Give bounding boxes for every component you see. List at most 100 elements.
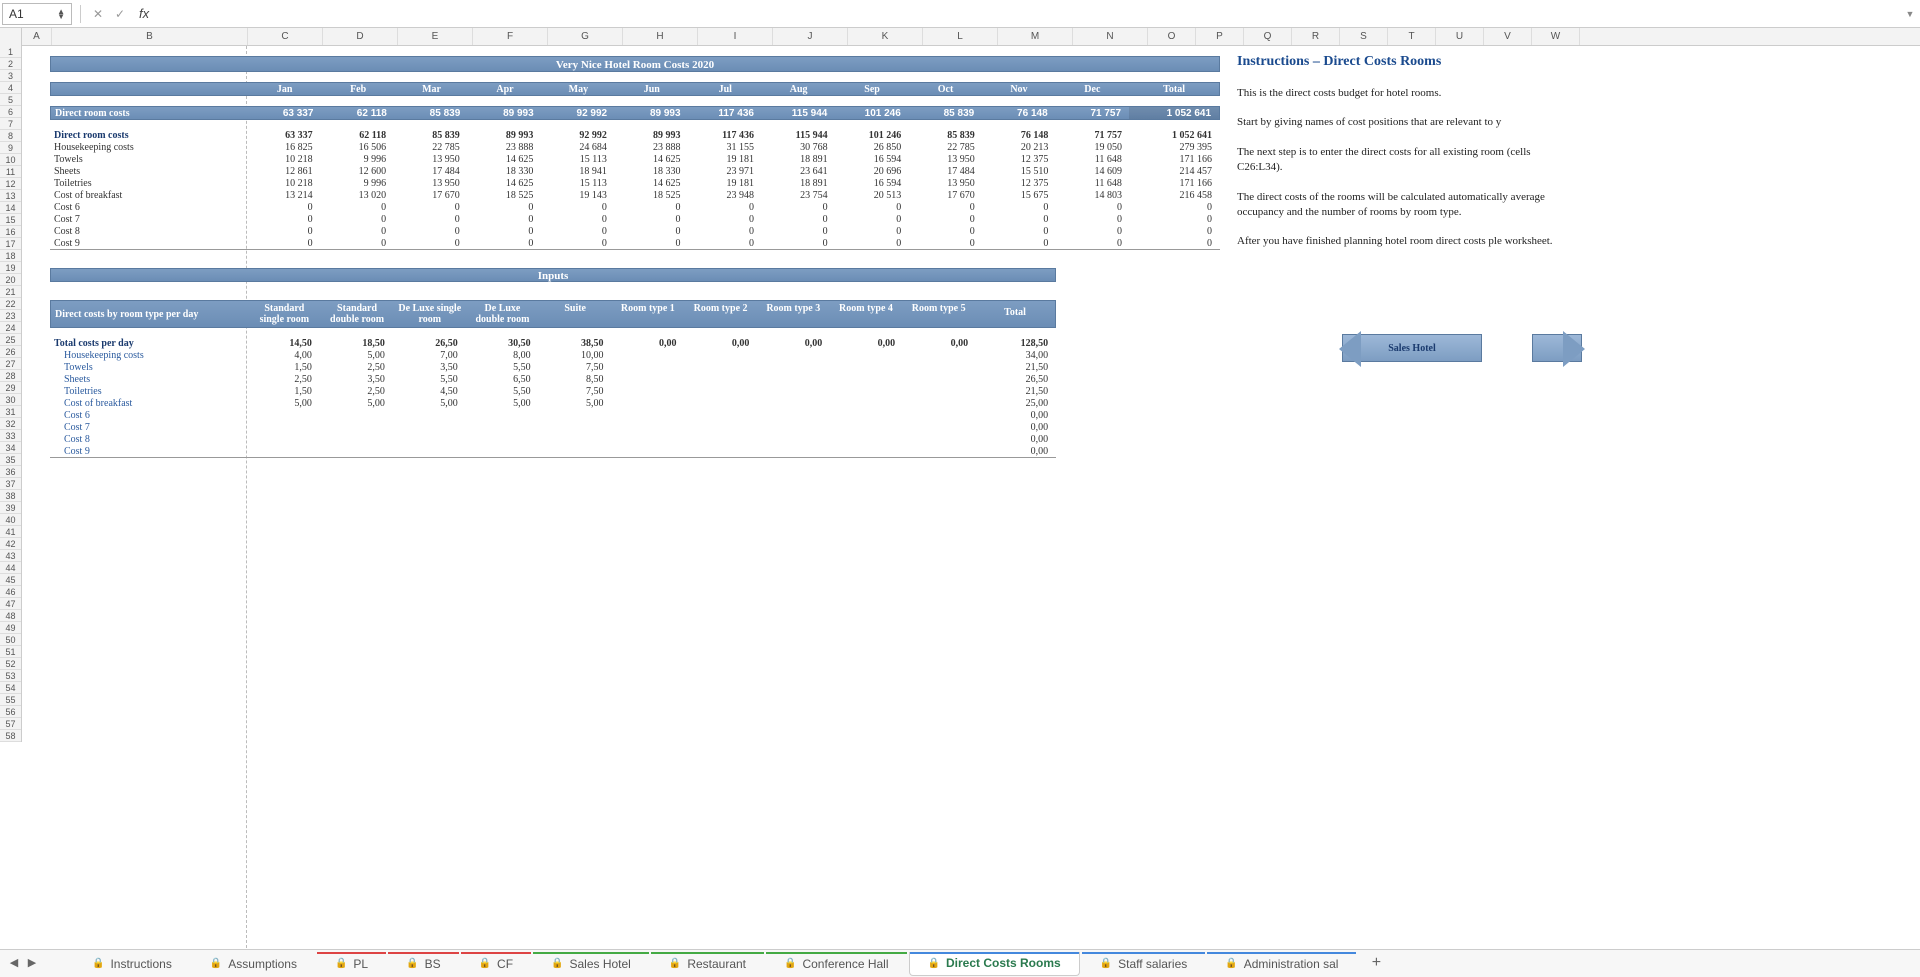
cell-value[interactable]: [612, 350, 685, 362]
row-header[interactable]: 30: [0, 394, 21, 406]
cell-value[interactable]: [684, 434, 757, 446]
column-header[interactable]: G: [548, 28, 623, 45]
row-header[interactable]: 2: [0, 58, 21, 70]
cell-value[interactable]: [393, 434, 466, 446]
sheet-tab[interactable]: 🔒CF: [461, 952, 531, 976]
row-label[interactable]: Sheets: [50, 374, 247, 386]
cell-value[interactable]: 38,50: [539, 338, 612, 350]
cell-value[interactable]: [830, 362, 903, 374]
cell-value[interactable]: 0: [688, 214, 762, 226]
cell-value[interactable]: [830, 422, 903, 434]
cell-value[interactable]: 0: [615, 214, 689, 226]
cell-value[interactable]: [466, 422, 539, 434]
cell-value[interactable]: [247, 434, 320, 446]
cell-value[interactable]: 5,50: [466, 362, 539, 374]
column-header[interactable]: E: [398, 28, 473, 45]
cell-value[interactable]: 10,00: [539, 350, 612, 362]
cell-value[interactable]: 0: [762, 238, 836, 249]
column-header[interactable]: T: [1388, 28, 1436, 45]
row-label[interactable]: Toiletries: [50, 386, 247, 398]
cell-value[interactable]: [903, 434, 976, 446]
nav-arrow-sales-hotel[interactable]: Sales Hotel: [1342, 334, 1482, 362]
cell-value[interactable]: 0: [321, 238, 395, 249]
cell-value[interactable]: 4,50: [393, 386, 466, 398]
cell-value[interactable]: 0: [394, 214, 468, 226]
column-header[interactable]: I: [698, 28, 773, 45]
cell-value[interactable]: [539, 434, 612, 446]
cell-value[interactable]: 12 375: [983, 154, 1057, 166]
cell-value[interactable]: 14 803: [1056, 190, 1130, 202]
cell-value[interactable]: [757, 422, 830, 434]
cell-value[interactable]: 20 513: [836, 190, 910, 202]
column-header[interactable]: Q: [1244, 28, 1292, 45]
cell-value[interactable]: 5,00: [393, 398, 466, 410]
cell-value[interactable]: 30,50: [466, 338, 539, 350]
cell-value[interactable]: 18 330: [468, 166, 542, 178]
cell-value[interactable]: 14 625: [615, 178, 689, 190]
cell-value[interactable]: [757, 434, 830, 446]
cell-value[interactable]: [757, 446, 830, 457]
cell-value[interactable]: 0: [394, 226, 468, 238]
cell-value[interactable]: 0: [541, 238, 615, 249]
cell-value[interactable]: 5,00: [320, 350, 393, 362]
cell-value[interactable]: [539, 446, 612, 457]
sheet-tab[interactable]: 🔒Restaurant: [651, 952, 764, 976]
cell-value[interactable]: 0: [615, 226, 689, 238]
cell-reference-box[interactable]: A1 ▲▼: [2, 3, 72, 25]
cell-value[interactable]: 0: [762, 226, 836, 238]
row-header[interactable]: 13: [0, 190, 21, 202]
cell-value[interactable]: 7,50: [539, 386, 612, 398]
cell-value[interactable]: 0: [321, 214, 395, 226]
cell-value[interactable]: 18 525: [615, 190, 689, 202]
cell-value[interactable]: 0: [983, 238, 1057, 249]
cell-value[interactable]: 23 641: [762, 166, 836, 178]
row-header[interactable]: 16: [0, 226, 21, 238]
cell-value[interactable]: 18 941: [541, 166, 615, 178]
cell-value[interactable]: 76 148: [983, 130, 1057, 142]
add-sheet-button[interactable]: +: [1366, 954, 1386, 974]
cell-value[interactable]: 18 891: [762, 154, 836, 166]
cell-value[interactable]: 23 888: [615, 142, 689, 154]
cell-value[interactable]: [830, 374, 903, 386]
row-header[interactable]: 27: [0, 358, 21, 370]
row-label[interactable]: Housekeeping costs: [50, 350, 247, 362]
cell-value[interactable]: 0: [247, 238, 321, 249]
cell-value[interactable]: [830, 434, 903, 446]
sheet-tab[interactable]: 🔒Sales Hotel: [533, 952, 649, 976]
cell-value[interactable]: 0: [688, 238, 762, 249]
cell-value[interactable]: [320, 422, 393, 434]
cell-value[interactable]: [757, 362, 830, 374]
row-header[interactable]: 39: [0, 502, 21, 514]
cell-value[interactable]: 14,50: [247, 338, 320, 350]
cell-value[interactable]: 15 675: [983, 190, 1057, 202]
cell-value[interactable]: 19 050: [1056, 142, 1130, 154]
cell-value[interactable]: [612, 434, 685, 446]
row-header[interactable]: 5: [0, 94, 21, 106]
cell-value[interactable]: [612, 446, 685, 457]
row-header[interactable]: 35: [0, 454, 21, 466]
cell-value[interactable]: [830, 446, 903, 457]
cell-value[interactable]: 5,50: [466, 386, 539, 398]
cell-value[interactable]: 0: [688, 202, 762, 214]
cell-value[interactable]: 30 768: [762, 142, 836, 154]
column-header[interactable]: F: [473, 28, 548, 45]
cell-value[interactable]: 7,50: [539, 362, 612, 374]
row-header[interactable]: 25: [0, 334, 21, 346]
cell-value[interactable]: [903, 386, 976, 398]
cell-value[interactable]: [684, 362, 757, 374]
row-header[interactable]: 24: [0, 322, 21, 334]
row-header[interactable]: 51: [0, 646, 21, 658]
row-header[interactable]: 36: [0, 466, 21, 478]
column-header[interactable]: P: [1196, 28, 1244, 45]
cell-value[interactable]: 16 825: [247, 142, 321, 154]
cell-value[interactable]: 63 337: [247, 130, 321, 142]
cell-value[interactable]: 5,00: [539, 398, 612, 410]
cell-value[interactable]: 14 625: [615, 154, 689, 166]
cell-value[interactable]: [830, 386, 903, 398]
cell-value[interactable]: [466, 410, 539, 422]
cell-value[interactable]: 12 600: [321, 166, 395, 178]
cell-value[interactable]: 20 696: [836, 166, 910, 178]
column-header[interactable]: O: [1148, 28, 1196, 45]
row-header[interactable]: 12: [0, 178, 21, 190]
row-header[interactable]: 3: [0, 70, 21, 82]
